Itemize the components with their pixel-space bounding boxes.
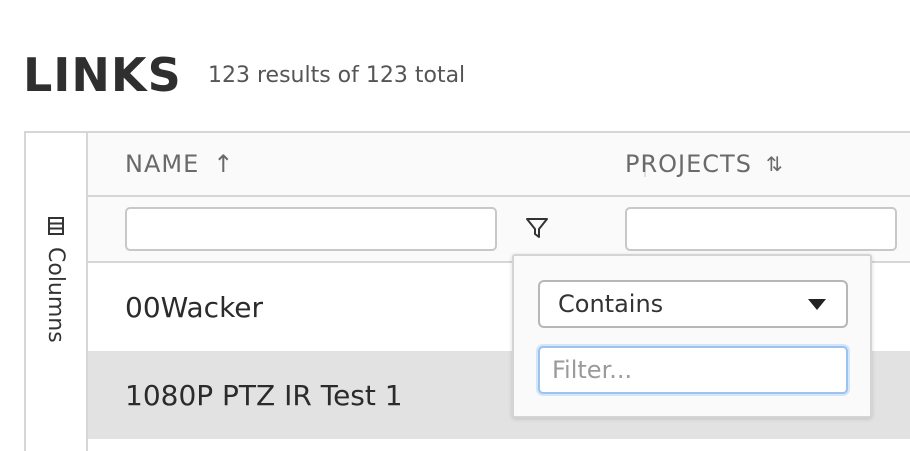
filter-icon[interactable]	[524, 215, 550, 241]
sort-unsorted-icon[interactable]: ⇅	[766, 152, 784, 176]
column-header-projects[interactable]: PROJECTS ⇅	[625, 133, 784, 195]
columns-icon	[48, 217, 64, 235]
result-count: 123 results of 123 total	[208, 63, 466, 88]
filter-operator-select[interactable]: Contains	[538, 280, 848, 328]
name-filter-input[interactable]	[125, 207, 497, 251]
filter-popup: Contains	[512, 254, 872, 418]
filter-operator-value: Contains	[558, 290, 664, 318]
column-header-name-label: NAME	[125, 150, 200, 178]
caret-down-icon	[808, 299, 826, 310]
header-row: NAME ↑ PROJECTS ⇅	[88, 133, 910, 197]
sort-ascending-icon[interactable]: ↑	[213, 150, 234, 178]
projects-filter-input[interactable]	[625, 207, 897, 251]
column-header-projects-label: PROJECTS	[625, 150, 752, 178]
row-name-cell: 1080P PTZ IR Test 1	[125, 378, 403, 412]
columns-label: Columns	[43, 247, 69, 343]
page-title: LINKS	[23, 48, 182, 102]
row-name-cell: 00Wacker	[125, 290, 264, 324]
filter-text-input[interactable]	[538, 346, 848, 394]
column-header-name[interactable]: NAME ↑	[125, 133, 234, 195]
side-panel: Columns	[26, 133, 88, 451]
columns-panel-toggle[interactable]: Columns	[40, 217, 72, 367]
